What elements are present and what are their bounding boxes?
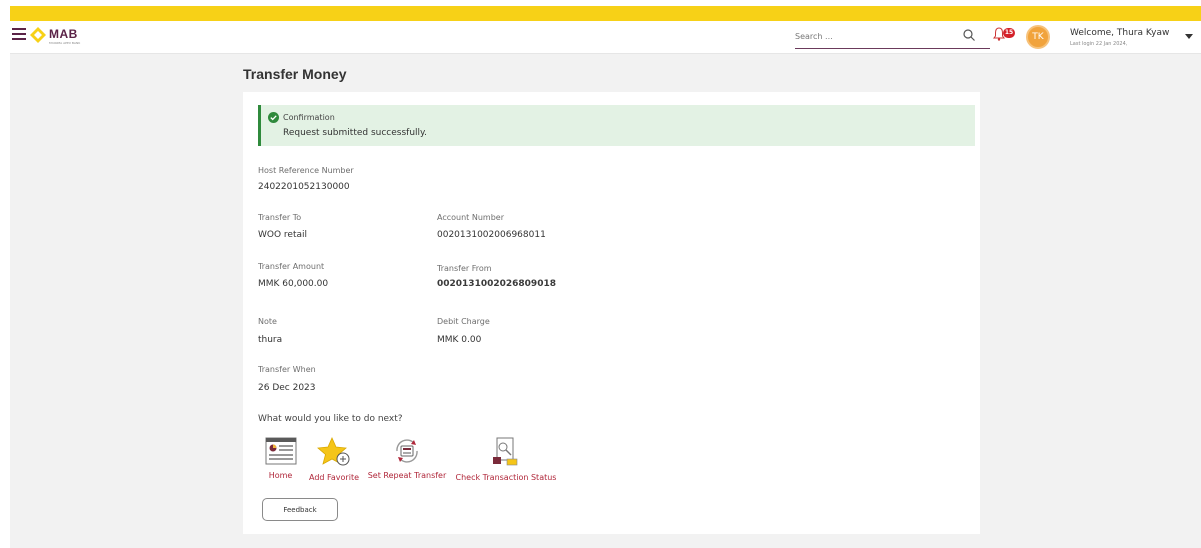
host-reference-label: Host Reference Number [258,166,354,175]
alert-message: Request submitted successfully. [283,128,427,138]
welcome-text: Welcome, Thura Kyaw [1070,28,1170,38]
brand-tagline: MYANMA APEX BANK [49,41,81,45]
page-edge [0,0,10,548]
transfer-when-label: Transfer When [258,365,316,374]
logo-diamond-icon [30,27,46,43]
note-value: thura [258,335,283,345]
transaction-status-icon [493,437,518,466]
add-favorite-action[interactable]: Add Favorite [307,437,361,482]
star-add-icon [317,437,350,466]
page-title: Transfer Money [243,66,347,82]
notification-count-badge: 15 [1003,28,1015,38]
account-number-value: 0020131002006968011 [437,230,546,240]
alert-title: Confirmation [283,113,335,122]
home-action-label: Home [268,471,293,480]
debit-charge-value: MMK 0.00 [437,335,482,345]
brand-color-bar [10,6,1201,21]
account-number-label: Account Number [437,213,504,222]
home-dashboard-icon [265,437,296,465]
check-transaction-status-action-label: Check Transaction Status [455,473,557,482]
check-circle-icon [268,112,279,123]
home-action[interactable]: Home [258,437,303,480]
set-repeat-transfer-action[interactable]: Set Repeat Transfer [367,437,447,480]
last-login-text: Last login 22 Jan 2024, [1070,41,1128,47]
set-repeat-transfer-action-label: Set Repeat Transfer [367,471,447,480]
repeat-transfer-icon [396,439,418,463]
chevron-down-icon[interactable] [1185,34,1193,39]
avatar[interactable]: TK [1026,25,1050,49]
note-label: Note [258,317,277,326]
transfer-to-label: Transfer To [258,213,302,222]
app-header: MAB MYANMA APEX BANK 15 TK Welcome, Thur… [10,21,1201,54]
confirmation-card: Confirmation Request submitted successfu… [243,92,980,534]
host-reference-value: 2402201052130000 [258,182,350,192]
success-alert: Confirmation Request submitted successfu… [258,105,975,146]
transfer-from-label: Transfer From [437,264,492,273]
check-transaction-status-action[interactable]: Check Transaction Status [454,437,558,482]
next-steps-heading: What would you like to do next? [258,414,403,424]
transfer-from-value: 0020131002026809018 [437,279,556,289]
transfer-when-value: 26 Dec 2023 [258,383,316,393]
transfer-amount-value: MMK 60,000.00 [258,279,329,289]
search-icon[interactable] [962,28,976,42]
brand-logo-text: MAB [49,27,78,41]
debit-charge-label: Debit Charge [437,317,490,326]
add-favorite-action-label: Add Favorite [309,473,359,482]
transfer-to-value: WOO retail [258,230,308,240]
feedback-button[interactable]: Feedback [262,498,338,521]
search-box [795,25,990,49]
transfer-amount-label: Transfer Amount [258,262,325,271]
search-input[interactable] [795,27,955,45]
menu-icon[interactable] [12,28,26,40]
